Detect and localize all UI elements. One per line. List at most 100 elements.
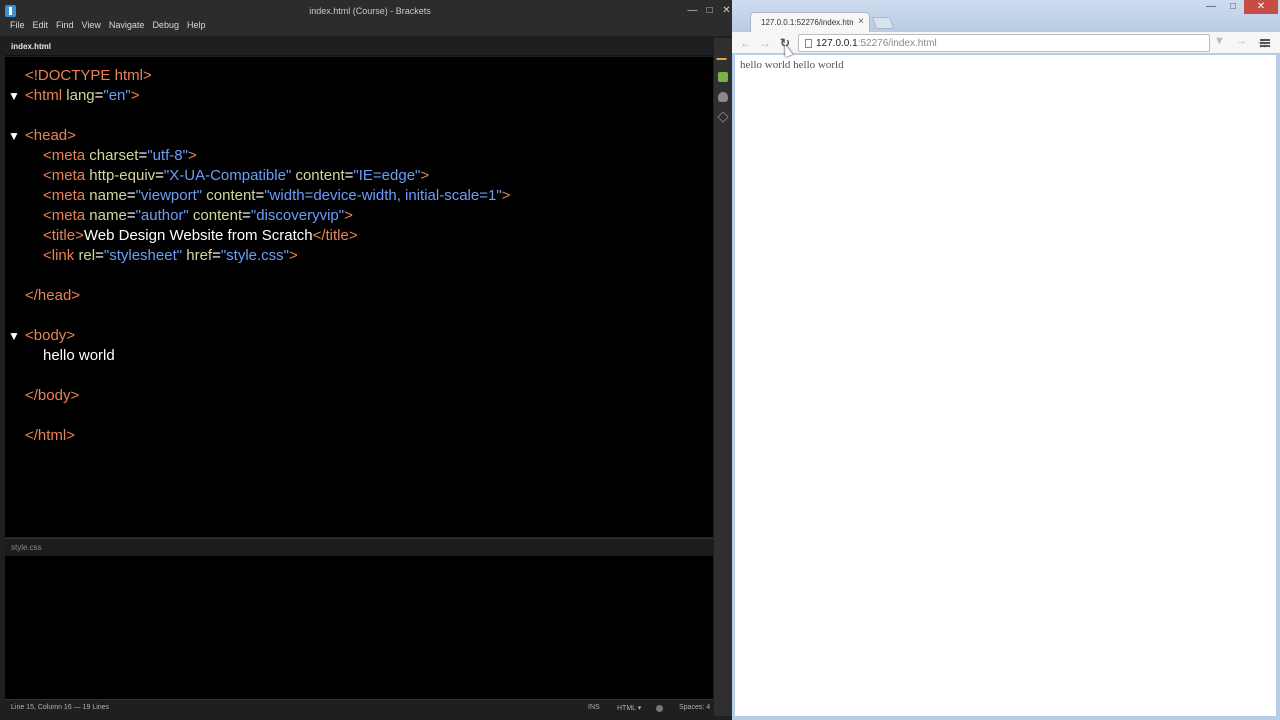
code-token: Web Design Website from Scratch (83, 227, 313, 244)
code-token: content (188, 207, 243, 224)
code-token: <body> (25, 327, 76, 344)
code-line[interactable]: <meta name="author" content="discoveryvi… (5, 206, 713, 226)
code-token: = (138, 147, 148, 164)
extension-arrow-icon[interactable]: → (1236, 35, 1247, 47)
menu-edit[interactable]: Edit (29, 18, 53, 36)
page-body-text: hello world hello world (740, 59, 844, 71)
code-token: <head> (25, 127, 76, 144)
code-line[interactable] (5, 366, 713, 386)
code-text: <head> (25, 126, 76, 146)
extension-manager-icon[interactable] (718, 72, 728, 82)
url-path: :52276/index.html (857, 38, 937, 49)
code-line[interactable]: ▼ <head> (5, 126, 713, 146)
indent-setting[interactable]: Spaces: 4 (679, 704, 710, 711)
code-token: > (130, 87, 140, 104)
back-arrow-icon[interactable]: ← (738, 35, 754, 51)
language-select[interactable]: HTML ▾ (617, 704, 641, 712)
menu-view[interactable]: View (78, 18, 105, 36)
code-line[interactable]: <meta charset="utf-8"> (5, 146, 713, 166)
code-token: > (187, 147, 197, 164)
code-token: name (89, 187, 127, 204)
code-line[interactable]: ▼ <html lang="en"> (5, 86, 713, 106)
code-token: rel (78, 247, 96, 264)
extension-icon[interactable]: ▼ (1214, 35, 1225, 47)
brackets-right-toolbar (714, 38, 732, 716)
code-text: <body> (25, 326, 75, 346)
code-token: <meta (43, 147, 90, 164)
code-text: <!DOCTYPE html> (25, 66, 152, 86)
code-line[interactable] (5, 406, 713, 426)
tab-title: 127.0.0.1:52276/index.html (761, 18, 853, 27)
fold-triangle-icon[interactable]: ▼ (8, 326, 20, 346)
code-token: content (291, 167, 345, 184)
code-text: hello world (43, 346, 115, 366)
code-token: </html> (25, 427, 76, 444)
code-token: > (420, 167, 430, 184)
code-token: <meta (43, 207, 90, 224)
code-token: "width=device-width, initial-scale=1" (264, 187, 502, 204)
menu-file[interactable]: File (6, 18, 29, 36)
insert-mode-toggle[interactable]: INS (588, 704, 600, 711)
chrome-minimize-icon[interactable]: — (1200, 0, 1222, 14)
code-text: <meta name="viewport" content="width=dev… (43, 186, 510, 206)
second-code-editor[interactable] (5, 556, 713, 699)
code-line[interactable] (5, 266, 713, 286)
code-line[interactable]: <title>Web Design Website from Scratch</… (5, 226, 713, 246)
chrome-maximize-icon[interactable]: □ (1222, 0, 1244, 14)
menu-find[interactable]: Find (52, 18, 78, 36)
hamburger-menu-icon[interactable] (1260, 39, 1270, 47)
chrome-close-icon[interactable]: ✕ (1244, 0, 1278, 14)
code-line[interactable]: </head> (5, 286, 713, 306)
code-token: > (344, 207, 353, 224)
maximize-icon[interactable]: □ (701, 3, 718, 18)
code-line[interactable]: </html> (5, 426, 713, 446)
code-token: > (501, 187, 511, 204)
code-token: </body> (25, 387, 80, 404)
editor-file-header[interactable]: index.html (5, 38, 713, 56)
address-bar[interactable]: 127.0.0.1:52276/index.html ☆ (798, 34, 1268, 52)
status-bar: Line 15, Column 16 — 19 Lines INS HTML ▾… (5, 699, 713, 716)
code-token: content (202, 187, 256, 204)
menu-navigate[interactable]: Navigate (105, 18, 149, 36)
code-line[interactable]: <meta name="viewport" content="width=dev… (5, 186, 713, 206)
tab-close-icon[interactable]: × (858, 16, 864, 27)
code-editor[interactable]: <!DOCTYPE html> ▼ <html lang="en"> ▼ <head> <… (5, 57, 713, 537)
chrome-tab-strip: 127.0.0.1:52276/index.html × — □ ✕ (732, 0, 1280, 32)
second-pane-header[interactable]: style.css (5, 538, 713, 556)
chrome-window: 127.0.0.1:52276/index.html × — □ ✕ ← → ↻… (732, 0, 1280, 720)
code-line[interactable] (5, 106, 713, 126)
brackets-menubar: File Edit Find View Navigate Debug Help (0, 18, 732, 36)
code-text: <meta http-equiv="X-UA-Compatible" conte… (43, 166, 429, 186)
lightbulb-icon[interactable] (718, 92, 728, 102)
code-text: </body> (25, 386, 79, 406)
code-line[interactable] (5, 306, 713, 326)
new-tab-button[interactable] (871, 17, 895, 29)
code-token: <title> (43, 227, 84, 244)
code-text: </head> (25, 286, 80, 306)
active-file-name: index.html (11, 42, 52, 51)
minimize-icon[interactable]: — (684, 3, 701, 18)
forward-arrow-icon[interactable]: → (757, 35, 773, 51)
chrome-toolbar: ← → ↻ 127.0.0.1:52276/index.html ☆ ▼ → (732, 32, 1280, 54)
code-line[interactable]: hello world (5, 346, 713, 366)
code-text: <title>Web Design Website from Scratch</… (43, 226, 358, 246)
code-line[interactable]: </body> (5, 386, 713, 406)
code-line[interactable]: <meta http-equiv="X-UA-Compatible" conte… (5, 166, 713, 186)
menu-debug[interactable]: Debug (148, 18, 183, 36)
browser-tab[interactable]: 127.0.0.1:52276/index.html × (750, 12, 870, 32)
linter-status-icon[interactable] (656, 705, 663, 712)
url-text: 127.0.0.1:52276/index.html (816, 38, 937, 49)
live-preview-icon[interactable] (716, 50, 730, 60)
code-line[interactable]: <link rel="stylesheet" href="style.css"> (5, 246, 713, 266)
code-token: "stylesheet" (103, 247, 183, 264)
code-token: = (242, 207, 251, 224)
menu-help[interactable]: Help (183, 18, 210, 36)
fold-triangle-icon[interactable]: ▼ (8, 126, 20, 146)
page-viewport: hello world hello world (735, 55, 1276, 716)
code-token: = (126, 187, 136, 204)
code-token: = (126, 207, 136, 224)
layers-icon[interactable] (717, 111, 729, 123)
code-line[interactable]: ▼ <body> (5, 326, 713, 346)
code-line[interactable]: <!DOCTYPE html> (5, 66, 713, 86)
fold-triangle-icon[interactable]: ▼ (8, 86, 20, 106)
